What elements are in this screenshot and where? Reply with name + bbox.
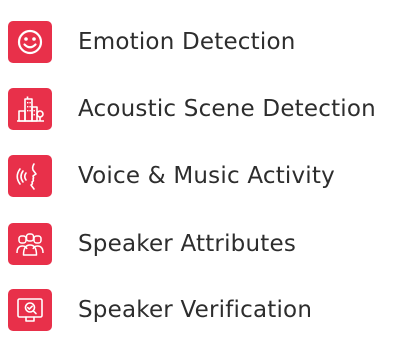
voice-activity-icon xyxy=(8,155,52,197)
city-scene-icon xyxy=(8,88,52,130)
feature-item-acoustic-scene-detection: Acoustic Scene Detection xyxy=(8,87,394,131)
feature-item-speaker-attributes: Speaker Attributes xyxy=(8,222,394,266)
feature-label-speaker-attributes: Speaker Attributes xyxy=(78,231,297,257)
feature-item-speaker-verification: Speaker Verification xyxy=(8,288,394,332)
speaker-verification-icon xyxy=(8,289,52,331)
feature-item-voice-music-activity: Voice & Music Activity xyxy=(8,154,394,198)
feature-label-speaker-verification: Speaker Verification xyxy=(78,297,313,323)
smiley-face-icon xyxy=(8,21,52,63)
feature-label-acoustic-scene-detection: Acoustic Scene Detection xyxy=(78,96,376,122)
feature-label-voice-music-activity: Voice & Music Activity xyxy=(78,163,335,189)
speaker-group-icon xyxy=(8,223,52,265)
feature-list: Emotion Detection Acoustic Scene Detecti… xyxy=(0,0,396,344)
feature-label-emotion-detection: Emotion Detection xyxy=(78,29,296,55)
feature-item-emotion-detection: Emotion Detection xyxy=(8,20,394,64)
